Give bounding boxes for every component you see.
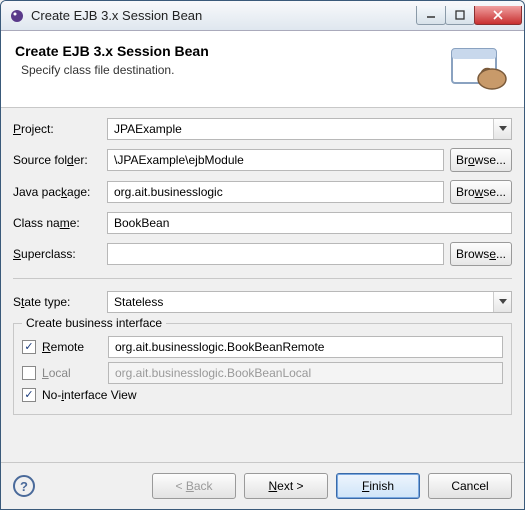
browse-superclass-button[interactable]: Browse... <box>450 242 512 266</box>
remote-checkbox[interactable] <box>22 340 36 354</box>
browse-source-folder-button[interactable]: Browse... <box>450 148 512 172</box>
class-name-label: Class name: <box>13 216 101 230</box>
project-combo[interactable]: JPAExample <box>107 118 512 140</box>
class-name-input[interactable] <box>107 212 512 234</box>
state-type-label: State type: <box>13 295 101 309</box>
titlebar-text: Create EJB 3.x Session Bean <box>31 8 417 23</box>
business-interface-group: Create business interface Remote Local N… <box>13 323 512 415</box>
finish-button[interactable]: Finish <box>336 473 420 499</box>
no-interface-label: No-interface View <box>42 388 137 402</box>
button-bar: ? < Back Next > Finish Cancel <box>1 462 524 509</box>
browse-java-package-button[interactable]: Browse... <box>450 180 512 204</box>
window-controls <box>417 6 522 25</box>
state-type-combo[interactable]: Stateless <box>107 291 512 313</box>
separator <box>13 278 512 279</box>
source-folder-input[interactable] <box>107 149 444 171</box>
no-interface-checkbox[interactable] <box>22 388 36 402</box>
maximize-button[interactable] <box>445 6 475 25</box>
local-interface-input <box>108 362 503 384</box>
help-icon[interactable]: ? <box>13 475 35 497</box>
app-icon <box>9 8 25 24</box>
cancel-button[interactable]: Cancel <box>428 473 512 499</box>
local-label: Local <box>42 366 102 380</box>
superclass-label: Superclass: <box>13 247 101 261</box>
close-button[interactable] <box>474 6 522 25</box>
dialog-window: Create EJB 3.x Session Bean Create EJB 3… <box>0 0 525 510</box>
java-package-input[interactable] <box>107 181 444 203</box>
minimize-button[interactable] <box>416 6 446 25</box>
remote-interface-input[interactable] <box>108 336 503 358</box>
titlebar[interactable]: Create EJB 3.x Session Bean <box>1 1 524 31</box>
state-type-value: Stateless <box>114 295 493 309</box>
group-title: Create business interface <box>22 316 166 330</box>
back-button: < Back <box>152 473 236 499</box>
remote-label: Remote <box>42 340 102 354</box>
banner-subtitle: Specify class file destination. <box>15 63 446 77</box>
source-folder-label: Source folder: <box>13 153 101 167</box>
superclass-input[interactable] <box>107 243 444 265</box>
form-area: Project: JPAExample Source folder: Brows… <box>1 108 524 462</box>
java-package-label: Java package: <box>13 185 101 199</box>
chevron-down-icon <box>493 292 511 312</box>
project-value: JPAExample <box>114 122 493 136</box>
banner: Create EJB 3.x Session Bean Specify clas… <box>1 31 524 108</box>
project-label: Project: <box>13 122 101 136</box>
banner-title: Create EJB 3.x Session Bean <box>15 43 446 59</box>
chevron-down-icon <box>493 119 511 139</box>
next-button[interactable]: Next > <box>244 473 328 499</box>
local-checkbox[interactable] <box>22 366 36 380</box>
wizard-banner-icon <box>446 43 510 95</box>
